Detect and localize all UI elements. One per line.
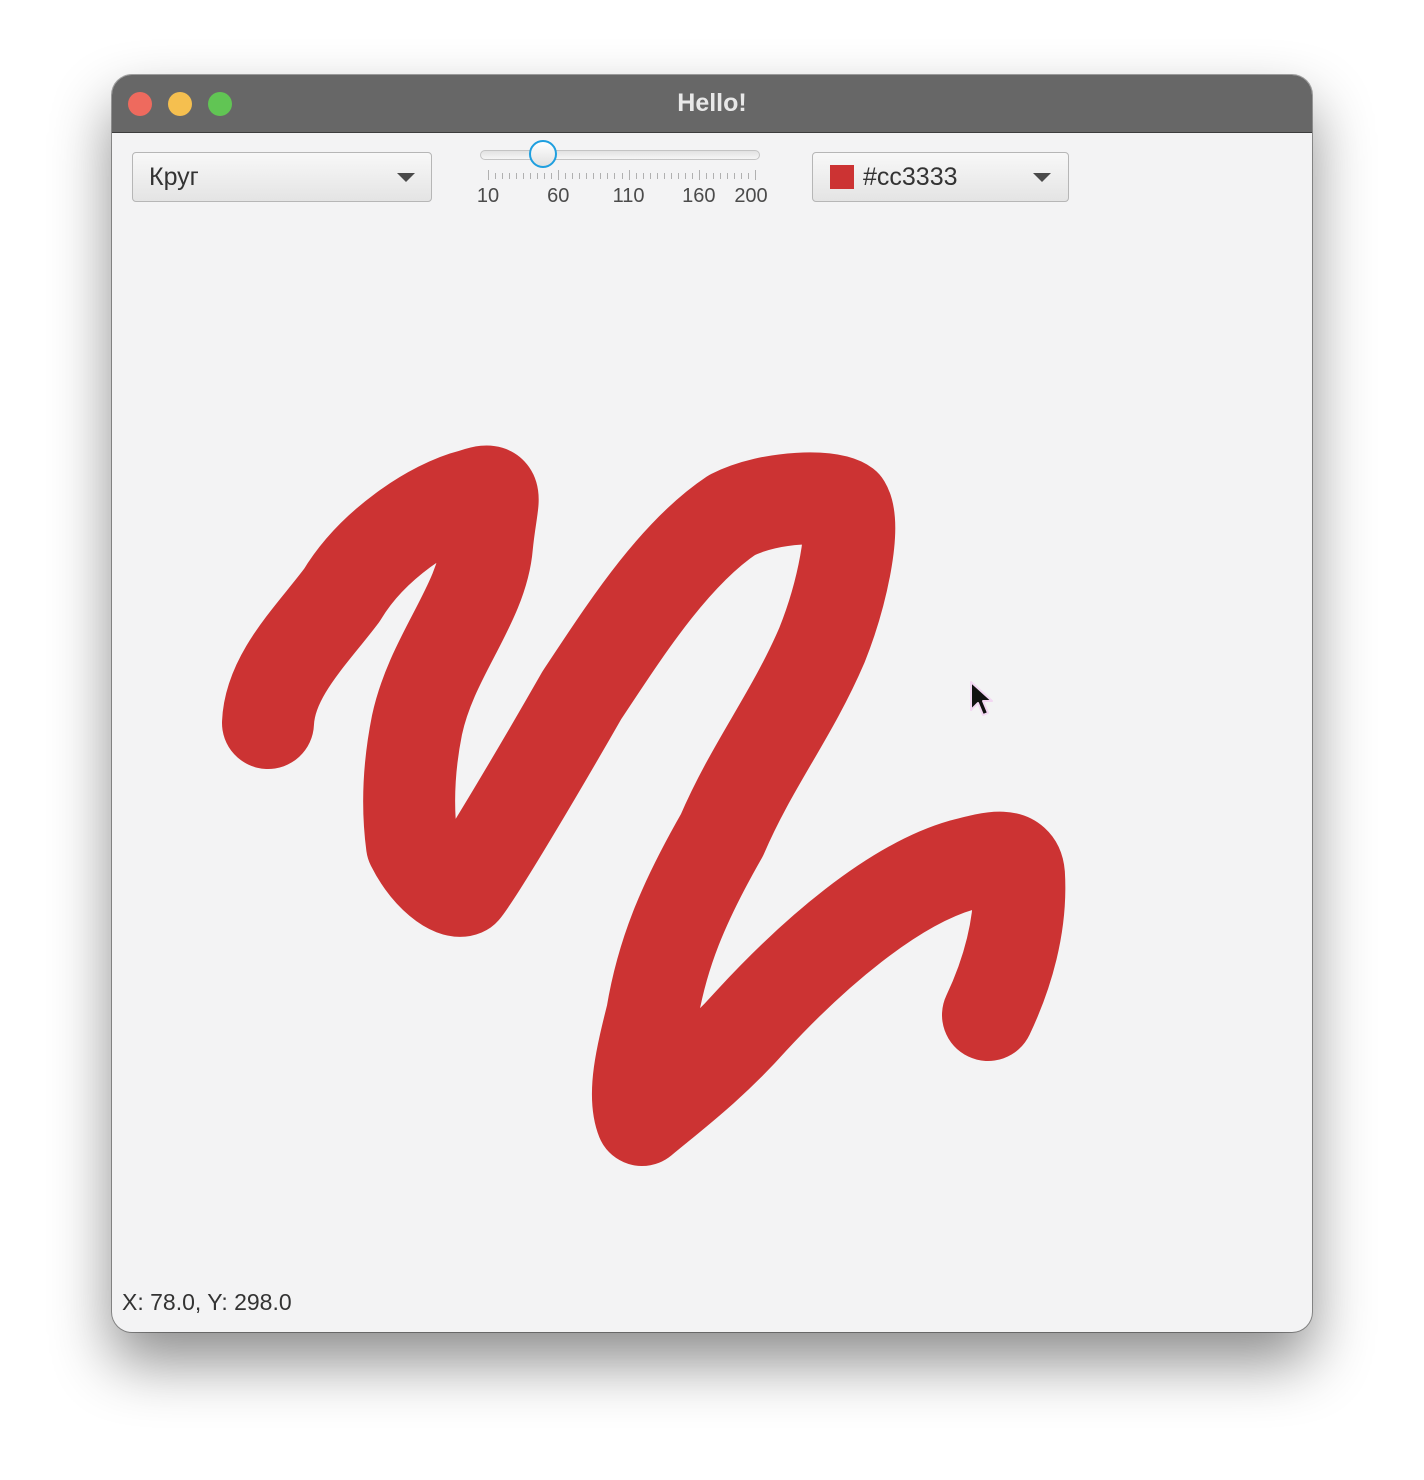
slider-tick-label: 60 (547, 185, 570, 207)
slider-tick (558, 170, 560, 180)
chevron-down-icon (1033, 173, 1051, 182)
slider-tick (677, 173, 679, 179)
shape-select-value: Круг (149, 163, 199, 191)
app-window: Hello! Круг 10 60 110 160 200 #cc3333 X: 78.… (112, 75, 1312, 1332)
mouse-pointer-icon (970, 681, 993, 716)
chevron-down-icon (397, 173, 415, 182)
slider-tick (684, 173, 686, 179)
slider-tick (621, 173, 623, 179)
slider-tick (740, 173, 742, 179)
slider-tick (642, 173, 644, 179)
color-swatch (830, 165, 854, 189)
slider-tick (516, 173, 518, 179)
drawing-canvas[interactable] (112, 75, 1312, 1332)
slider-track[interactable] (480, 150, 760, 160)
slider-tick (565, 173, 567, 179)
slider-tick-label: 110 (612, 185, 645, 207)
slider-tick (712, 173, 714, 179)
slider-tick (586, 173, 588, 179)
brush-size-slider[interactable]: 10 60 110 160 200 (477, 137, 778, 217)
slider-thumb[interactable] (529, 140, 558, 168)
slider-tick (698, 170, 700, 180)
slider-tick (733, 173, 735, 179)
slider-tick-label: 10 (476, 185, 500, 207)
slider-tick (488, 170, 489, 180)
slider-tick (628, 170, 630, 180)
slider-tick (656, 173, 658, 179)
slider-tick (537, 173, 539, 179)
slider-tick (593, 173, 595, 179)
slider-tick (530, 173, 532, 179)
color-picker-value: #cc3333 (863, 163, 958, 191)
slider-tick (635, 173, 637, 179)
slider-tick-label: 200 (734, 185, 768, 207)
slider-tick (551, 173, 553, 179)
coordinates-label: X: 78.0, Y: 298.0 (122, 1289, 292, 1315)
slider-tick (607, 173, 609, 179)
slider-tick (544, 173, 546, 179)
slider-tick (691, 173, 693, 179)
slider-tick (649, 173, 651, 179)
slider-tick (502, 173, 504, 179)
slider-tick (572, 173, 574, 179)
slider-tick (600, 173, 602, 179)
slider-tick (523, 173, 525, 179)
slider-tick-label: 160 (682, 185, 716, 207)
slider-tick (705, 173, 707, 179)
slider-tick (670, 173, 672, 179)
slider-tick (719, 173, 721, 179)
slider-tick (726, 173, 728, 179)
color-picker[interactable]: #cc3333 (812, 152, 1069, 202)
slider-tick (509, 173, 511, 179)
slider-tick (755, 170, 756, 180)
slider-tick (579, 173, 581, 179)
shape-select[interactable]: Круг (132, 152, 432, 202)
slider-tick (663, 173, 665, 179)
slider-tick (495, 173, 497, 179)
slider-tick (747, 173, 749, 179)
brush-stroke (222, 445, 1066, 1166)
slider-tick (614, 173, 616, 179)
